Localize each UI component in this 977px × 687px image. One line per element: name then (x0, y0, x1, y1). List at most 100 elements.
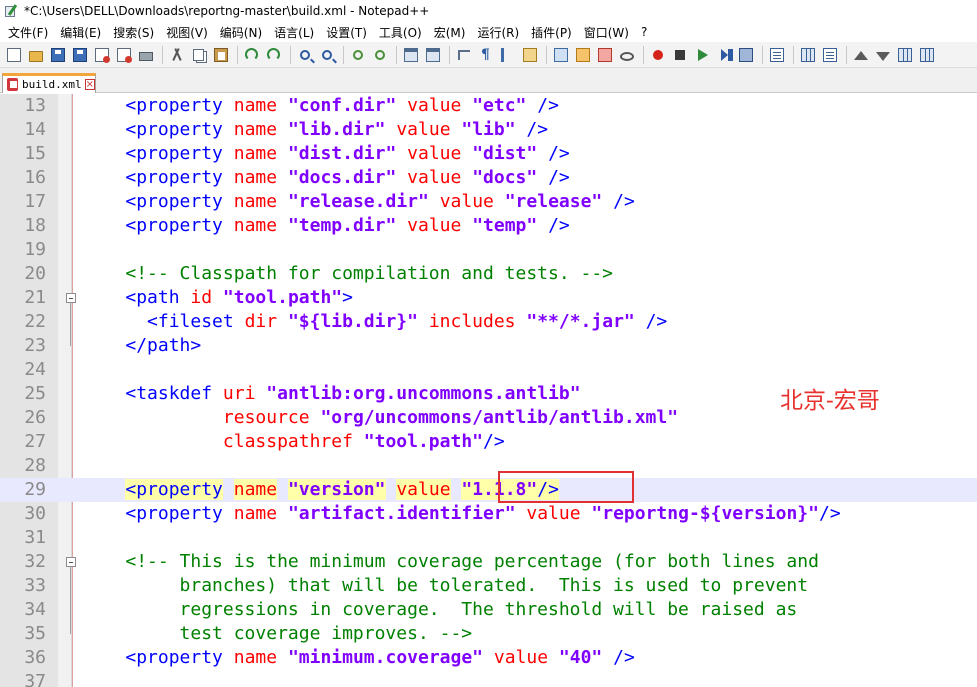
menu-item-0[interactable]: 文件(F) (2, 24, 54, 41)
save-button[interactable] (48, 45, 67, 64)
code-line[interactable]: 35 test coverage improves. --> (0, 622, 977, 646)
folder-workspace-button[interactable] (595, 45, 614, 64)
code-token: <!-- Classpath for compilation and tests… (125, 263, 614, 284)
code-line[interactable]: 23 </path> (0, 334, 977, 358)
code-line[interactable]: 36 <property name "minimum.coverage" val… (0, 646, 977, 670)
code-token: <property (125, 191, 223, 212)
code-text: resource "org/uncommons/antlib/antlib.xm… (82, 406, 678, 430)
copy-button[interactable] (189, 45, 208, 64)
indent-guide-button[interactable] (498, 45, 517, 64)
code-line[interactable]: 37 (0, 670, 977, 687)
modified-file-icon (7, 78, 18, 91)
close-file-button[interactable] (92, 45, 111, 64)
menu-item-8[interactable]: 宏(M) (428, 24, 472, 41)
fold-toggle-icon[interactable] (66, 557, 76, 567)
lang-button[interactable] (520, 45, 539, 64)
code-line[interactable]: 27 classpathref "tool.path"/> (0, 430, 977, 454)
code-line[interactable]: 28 (0, 454, 977, 478)
fold-toggle-icon[interactable] (66, 293, 76, 303)
save-all-button[interactable] (70, 45, 89, 64)
menu-item-3[interactable]: 视图(V) (160, 24, 214, 41)
menu-item-6[interactable]: 设置(T) (320, 24, 373, 41)
toggle-button[interactable] (895, 45, 914, 64)
word-wrap-button[interactable] (454, 45, 473, 64)
code-token: "lib" (461, 119, 516, 140)
code-line[interactable]: 24 (0, 358, 977, 382)
paste-button[interactable] (211, 45, 230, 64)
code-line[interactable]: 16 <property name "docs.dir" value "docs… (0, 166, 977, 190)
code-token: "docs" (472, 167, 538, 188)
view-button[interactable] (820, 45, 839, 64)
stop-macro-button[interactable] (670, 45, 689, 64)
save-macro-button[interactable] (736, 45, 755, 64)
menu-item-10[interactable]: 插件(P) (525, 24, 578, 41)
new-file-button[interactable] (4, 45, 23, 64)
code-line[interactable]: 29 <property name "version" value "1.1.8… (0, 478, 977, 502)
code-line[interactable]: 17 <property name "release.dir" value "r… (0, 190, 977, 214)
doc-map-icon (553, 47, 568, 62)
code-line[interactable]: 32 <!-- This is the minimum coverage per… (0, 550, 977, 574)
list-button[interactable] (798, 45, 817, 64)
record-macro-button[interactable] (648, 45, 667, 64)
function-button[interactable] (767, 45, 786, 64)
close-all-button[interactable] (114, 45, 133, 64)
monitor-button[interactable] (617, 45, 636, 64)
editor[interactable]: 13 <property name "conf.dir" value "etc"… (0, 94, 977, 687)
open-folder-button[interactable] (26, 45, 45, 64)
line-number: 30 (24, 503, 46, 524)
code-token: "dist" (472, 143, 538, 164)
code-line[interactable]: 18 <property name "temp.dir" value "temp… (0, 214, 977, 238)
arrow-up-button[interactable] (851, 45, 870, 64)
menu-item-7[interactable]: 工具(O) (373, 24, 428, 41)
code-line[interactable]: 13 <property name "conf.dir" value "etc"… (0, 94, 977, 118)
menu-item-4[interactable]: 编码(N) (214, 24, 268, 41)
doc-map-button[interactable] (551, 45, 570, 64)
code-token: /> (548, 167, 570, 188)
tab-build-xml[interactable]: build.xml × (2, 73, 96, 93)
function-list-button[interactable] (573, 45, 592, 64)
print-button[interactable] (136, 45, 155, 64)
undo-button[interactable] (242, 45, 261, 64)
code-line[interactable]: 20 <!-- Classpath for compilation and te… (0, 262, 977, 286)
redo-button[interactable] (264, 45, 283, 64)
code-line[interactable]: 30 <property name "artifact.identifier" … (0, 502, 977, 526)
code-token: <property (125, 167, 223, 188)
zoom-in-button[interactable] (348, 45, 367, 64)
menu-item-9[interactable]: 运行(R) (471, 24, 525, 41)
play-macro-button[interactable] (692, 45, 711, 64)
menu-item-11[interactable]: 窗口(W) (578, 24, 635, 41)
code-line[interactable]: 22 <fileset dir "${lib.dir}" includes "*… (0, 310, 977, 334)
code-line[interactable]: 19 (0, 238, 977, 262)
arrow-down-button[interactable] (873, 45, 892, 64)
show-all-chars-button[interactable]: ¶ (476, 45, 495, 64)
code-line[interactable]: 21 <path id "tool.path"> (0, 286, 977, 310)
code-line[interactable]: 14 <property name "lib.dir" value "lib" … (0, 118, 977, 142)
toolbar-separator (762, 45, 763, 64)
menu-item-1[interactable]: 编辑(E) (54, 24, 107, 41)
run-macro-multiple-button[interactable] (714, 45, 733, 64)
find-icon (299, 49, 310, 60)
cut-button[interactable] (167, 45, 186, 64)
menu-item-2[interactable]: 搜索(S) (107, 24, 160, 41)
sync-vertical-button[interactable] (401, 45, 420, 64)
find-button[interactable] (295, 45, 314, 64)
menu-item-12[interactable]: ? (635, 25, 653, 39)
zoom-out-button[interactable] (370, 45, 389, 64)
code-line[interactable]: 34 regressions in coverage. The threshol… (0, 598, 977, 622)
code-line[interactable]: 33 branches) that will be tolerated. Thi… (0, 574, 977, 598)
code-token: value (407, 143, 462, 164)
replace-button[interactable] (317, 45, 336, 64)
tab-close-icon[interactable]: × (84, 79, 95, 90)
panel-button[interactable] (917, 45, 936, 64)
menu-item-5[interactable]: 语言(L) (268, 24, 320, 41)
sync-horizontal-button[interactable] (423, 45, 442, 64)
code-line[interactable]: 31 (0, 526, 977, 550)
code-line[interactable]: 15 <property name "dist.dir" value "dist… (0, 142, 977, 166)
